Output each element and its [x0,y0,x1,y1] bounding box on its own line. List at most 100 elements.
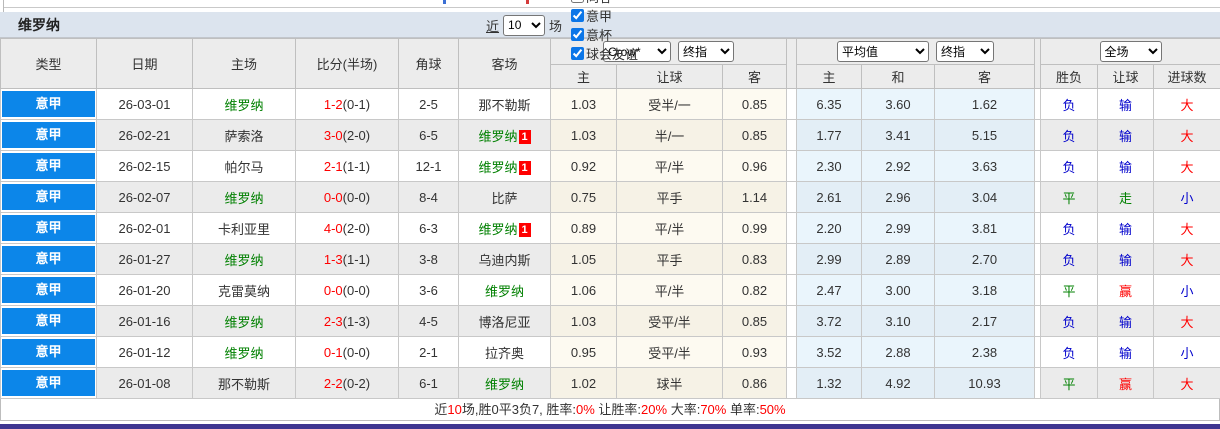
away-team-cell[interactable]: 维罗纳 1 [458,212,551,244]
result-group-header: 全场 [1040,38,1220,65]
odds-stage-select[interactable]: 终指 [678,41,734,62]
league-cell[interactable]: 意甲 [0,88,97,120]
home-team-cell[interactable]: 卡利亚里 [192,212,296,244]
home-team[interactable]: 维罗纳 [224,191,263,206]
avg-source-select[interactable]: 平均值 [837,41,930,62]
table-row: 意甲 26-02-07 维罗纳 0-0(0-0) 8-4 比萨 0.75 平手 1.14 2.61… [0,181,1220,213]
away-team-cell[interactable]: 维罗纳 [458,367,551,399]
match-table-body: 意甲 26-03-01 维罗纳 1-2(0-1) 2-5 那不勒斯 1.03 受半/一 0.85… [0,88,1220,399]
table-row: 意甲 26-02-21 萨索洛 3-0(2-0) 6-5 维罗纳 1 1.03 半/一 0.85 1… [0,119,1220,151]
corners-cell: 6-5 [398,119,459,151]
home-team[interactable]: 那不勒斯 [218,377,270,392]
league-cell[interactable]: 意甲 [0,305,97,337]
away-team[interactable]: 维罗纳 [478,129,517,144]
filter-checkbox-input-0[interactable] [571,0,585,3]
avg-away: 5.15 [971,127,998,143]
corners-cell: 6-3 [398,212,459,244]
avg-away: 3.18 [971,282,998,298]
odds-away-cell: 0.86 [722,367,787,399]
league-cell[interactable]: 意甲 [0,181,97,213]
odds-home: 0.92 [570,158,597,174]
avg-away-cell: 10.93 [933,367,1036,399]
filter-checkbox-input-2[interactable] [571,28,585,41]
home-team[interactable]: 维罗纳 [224,253,263,268]
score-cell: 3-0(2-0) [295,119,399,151]
away-team[interactable]: 博洛尼亚 [478,315,530,330]
league-cell[interactable]: 意甲 [0,212,97,244]
home-team-cell[interactable]: 维罗纳 [192,88,296,120]
halftime-score: (1-1) [342,251,371,267]
home-team[interactable]: 维罗纳 [224,346,263,361]
odds-home: 1.03 [570,96,597,112]
recent-link[interactable]: 近 [486,16,499,35]
away-team[interactable]: 那不勒斯 [478,98,530,113]
league-cell[interactable]: 意甲 [0,367,97,399]
league-label[interactable]: 意甲 [2,215,95,241]
home-team[interactable]: 维罗纳 [224,98,263,113]
away-team-cell[interactable]: 乌迪内斯 [458,243,551,275]
league-cell[interactable]: 意甲 [0,119,97,151]
away-team[interactable]: 维罗纳 [485,377,524,392]
home-team-cell[interactable]: 维罗纳 [192,336,296,368]
home-team[interactable]: 克雷莫纳 [218,284,270,299]
league-label[interactable]: 意甲 [2,246,95,272]
home-team-cell[interactable]: 维罗纳 [192,181,296,213]
table-row: 意甲 26-01-20 克雷莫纳 0-0(0-0) 3-6 维罗纳 1.06 平/半 0.82 2… [0,274,1220,306]
away-team[interactable]: 拉齐奥 [485,346,524,361]
avg-stage-select[interactable]: 终指 [936,41,995,62]
league-cell[interactable]: 意甲 [0,243,97,275]
home-team[interactable]: 帕尔马 [224,160,263,175]
away-team[interactable]: 维罗纳 [478,160,517,175]
avg-home-cell: 2.20 [796,212,862,244]
recent-count-select[interactable]: 10 [503,14,546,36]
home-team[interactable]: 维罗纳 [224,315,263,330]
league-label[interactable]: 意甲 [2,122,95,148]
away-team-cell[interactable]: 那不勒斯 [458,88,551,120]
result-goals: 小 [1180,283,1194,299]
avg-home-cell: 2.99 [796,243,862,275]
away-team-cell[interactable]: 维罗纳 1 [458,150,551,182]
result-handicap-cell: 赢 [1097,274,1155,306]
away-team-cell[interactable]: 比萨 [458,181,551,213]
league-label[interactable]: 意甲 [2,184,95,210]
away-team[interactable]: 比萨 [491,191,517,206]
fulltime-score: 0-0 [323,282,343,298]
home-team-cell[interactable]: 萨索洛 [192,119,296,151]
league-label[interactable]: 意甲 [2,308,95,334]
filter-checkbox-label: 意甲 [586,9,613,24]
away-team-cell[interactable]: 维罗纳 1 [458,119,551,151]
period-select[interactable]: 全场 [1099,41,1162,62]
result-goals-cell: 大 [1153,150,1220,182]
league-cell[interactable]: 意甲 [0,336,97,368]
league-label[interactable]: 意甲 [2,91,95,117]
odds-home: 0.95 [570,344,597,360]
away-team-cell[interactable]: 博洛尼亚 [458,305,551,337]
league-label[interactable]: 意甲 [2,153,95,179]
home-team[interactable]: 卡利亚里 [218,222,270,237]
odds-handicap-cell: 平/半 [616,274,723,306]
odds-away: 0.86 [741,375,768,391]
filter-checkbox-input-3[interactable] [571,47,585,60]
odds-away: 0.96 [741,158,768,174]
filter-checkbox-input-1[interactable] [571,9,585,22]
home-team-cell[interactable]: 维罗纳 [192,243,296,275]
league-label[interactable]: 意甲 [2,339,95,365]
home-team-cell[interactable]: 那不勒斯 [192,367,296,399]
league-cell[interactable]: 意甲 [0,150,97,182]
league-label[interactable]: 意甲 [2,277,95,303]
cutoff-text-mark-blue [443,0,446,4]
away-team-cell[interactable]: 维罗纳 [458,274,551,306]
result-wdl: 负 [1062,345,1076,361]
home-team-cell[interactable]: 克雷莫纳 [192,274,296,306]
date-cell: 26-02-07 [96,181,193,213]
home-team-cell[interactable]: 帕尔马 [192,150,296,182]
league-label[interactable]: 意甲 [2,370,95,396]
away-team[interactable]: 维罗纳 [478,222,517,237]
away-team[interactable]: 乌迪内斯 [478,253,530,268]
away-team[interactable]: 维罗纳 [485,284,524,299]
away-team-cell[interactable]: 拉齐奥 [458,336,551,368]
league-cell[interactable]: 意甲 [0,274,97,306]
home-team[interactable]: 萨索洛 [224,129,263,144]
match-date: 26-02-21 [118,127,171,143]
home-team-cell[interactable]: 维罗纳 [192,305,296,337]
